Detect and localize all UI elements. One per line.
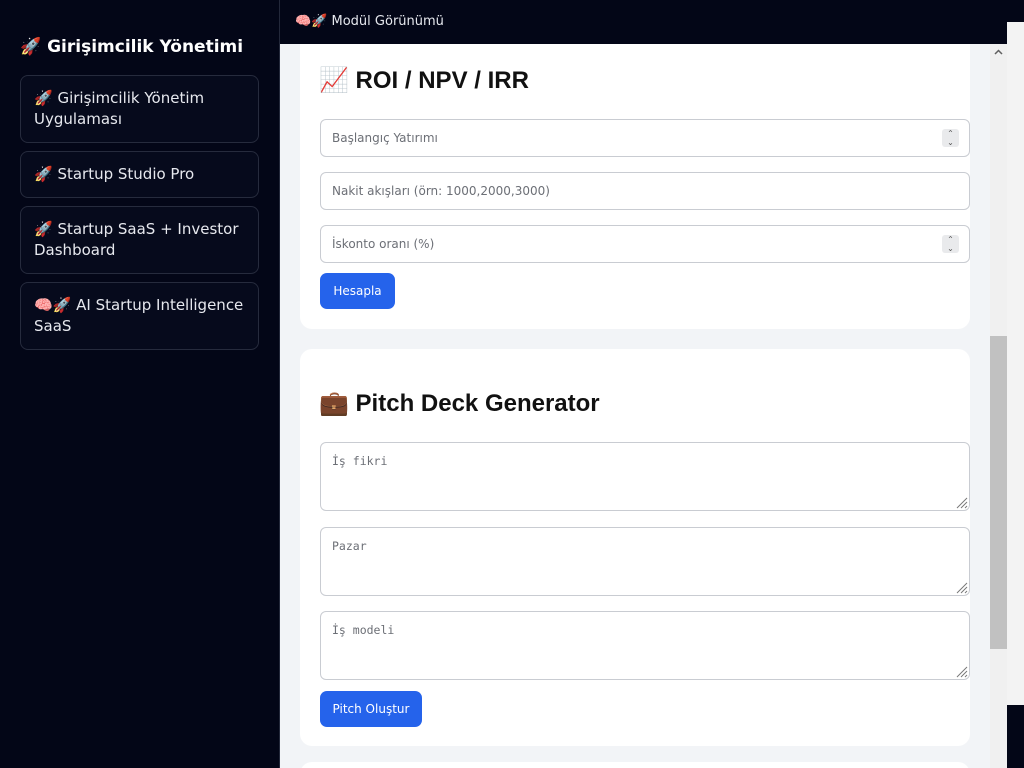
business-model-textarea[interactable]: İş modeli	[320, 611, 970, 680]
module-view-title: 🧠🚀 Modül Görünümü	[295, 14, 444, 29]
roi-npv-irr-card: 📈 ROI / NPV / IRR Başlangıç Yatırımı ⌃ ⌄ …	[300, 44, 970, 329]
resize-grip-icon[interactable]	[954, 664, 968, 678]
sidebar-item-startup-studio-pro[interactable]: 🚀 Startup Studio Pro	[20, 151, 259, 198]
initial-investment-placeholder: Başlangıç Yatırımı	[332, 131, 438, 145]
sidebar: 🚀 Girişimcilik Yönetimi 🚀 Girişimcilik Y…	[0, 0, 280, 768]
market-textarea[interactable]: Pazar	[320, 527, 970, 596]
main-content[interactable]: 📈 ROI / NPV / IRR Başlangıç Yatırımı ⌃ ⌄ …	[280, 44, 990, 768]
business-idea-textarea[interactable]: İş fikri	[320, 442, 970, 511]
initial-investment-input[interactable]: Başlangıç Yatırımı ⌃ ⌄	[320, 119, 970, 157]
number-spinner-icon[interactable]: ⌃ ⌄	[942, 235, 959, 253]
window-edge	[1007, 0, 1024, 768]
market-placeholder: Pazar	[332, 539, 367, 553]
sidebar-item-ai-startup-intelligence-saas[interactable]: 🧠🚀 AI Startup Intelligence SaaS	[20, 282, 259, 350]
next-card	[300, 762, 970, 768]
sidebar-item-startup-saas-investor-dashboard[interactable]: 🚀 Startup SaaS + Investor Dashboard	[20, 206, 259, 274]
number-spinner-icon[interactable]: ⌃ ⌄	[942, 129, 959, 147]
scroll-up-arrow-icon[interactable]	[994, 48, 1003, 57]
sidebar-item-label: 🚀 Startup SaaS + Investor Dashboard	[34, 220, 239, 259]
pitch-card-title: 💼 Pitch Deck Generator	[319, 390, 600, 417]
business-model-placeholder: İş modeli	[332, 623, 395, 637]
cash-flows-placeholder: Nakit akışları (örn: 1000,2000,3000)	[332, 184, 550, 198]
main-scrollbar[interactable]	[990, 44, 1007, 768]
roi-card-title: 📈 ROI / NPV / IRR	[319, 67, 529, 94]
calculate-button[interactable]: Hesapla	[320, 273, 395, 309]
discount-rate-placeholder: İskonto oranı (%)	[332, 237, 435, 251]
generate-pitch-button[interactable]: Pitch Oluştur	[320, 691, 422, 727]
sidebar-item-label: 🚀 Startup Studio Pro	[34, 165, 195, 183]
sidebar-item-label: 🚀 Girişimcilik Yönetim Uygulaması	[34, 89, 205, 128]
resize-grip-icon[interactable]	[954, 580, 968, 594]
pitch-deck-card: 💼 Pitch Deck Generator İş fikri Pazar İş…	[300, 349, 970, 746]
cash-flows-input[interactable]: Nakit akışları (örn: 1000,2000,3000)	[320, 172, 970, 210]
sidebar-title: 🚀 Girişimcilik Yönetimi	[20, 37, 244, 57]
discount-rate-input[interactable]: İskonto oranı (%) ⌃ ⌄	[320, 225, 970, 263]
topbar: 🧠🚀 Modül Görünümü	[280, 0, 1007, 44]
resize-grip-icon[interactable]	[954, 495, 968, 509]
sidebar-item-label: 🧠🚀 AI Startup Intelligence SaaS	[34, 296, 244, 335]
business-idea-placeholder: İş fikri	[332, 454, 388, 468]
sidebar-item-girisimcilik-yonetim-uygulamasi[interactable]: 🚀 Girişimcilik Yönetim Uygulaması	[20, 75, 259, 143]
scrollbar-thumb[interactable]	[990, 336, 1007, 649]
